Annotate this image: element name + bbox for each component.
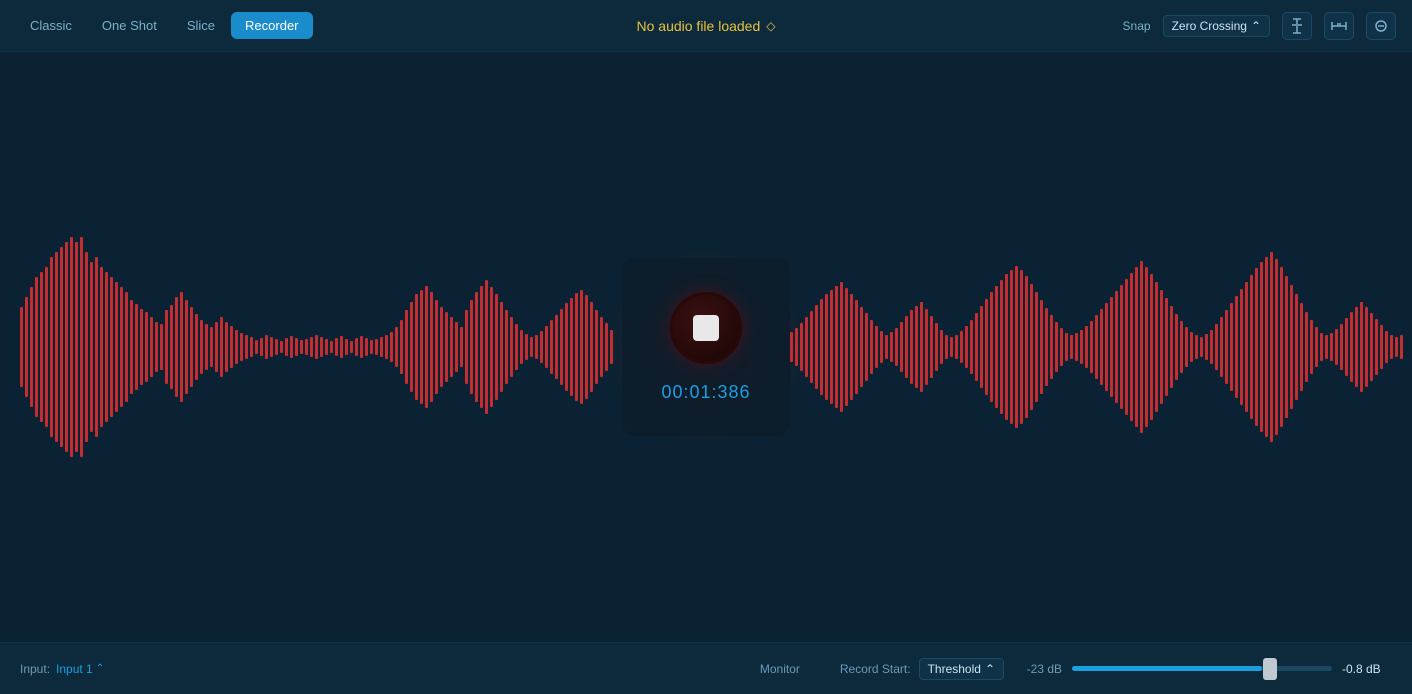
threshold-slider-fill [1072,666,1262,671]
db-right-label: -0.8 dB [1342,662,1392,676]
record-control-overlay: 00:01:386 [622,258,790,436]
record-start-group: Record Start: Threshold ⌃ [840,658,1004,680]
input-group: Input: Input 1 ⌃ [20,662,104,676]
threshold-selector[interactable]: Threshold ⌃ [919,658,1004,680]
tab-classic[interactable]: Classic [16,12,86,39]
threshold-slider-track [1072,666,1332,671]
threshold-slider-thumb[interactable] [1263,658,1277,680]
db-left-label: -23 dB [1022,662,1062,676]
threshold-chevron-icon: ⌃ [985,662,995,676]
title-chevron-icon: ◇ [766,19,775,33]
recording-timer: 00:01:386 [661,382,750,403]
record-start-label: Record Start: [840,662,911,676]
fit-height-button[interactable] [1282,12,1312,40]
zoom-out-button[interactable] [1366,12,1396,40]
audio-file-label: No audio file loaded [637,18,761,34]
right-controls: Snap Zero Crossing ⌃ [1123,12,1396,40]
monitor-label: Monitor [760,662,800,676]
stop-recording-button[interactable] [670,292,742,364]
tab-slice[interactable]: Slice [173,12,229,39]
stop-icon [693,315,719,341]
audio-file-title[interactable]: No audio file loaded ◇ [637,18,776,34]
tab-oneshot[interactable]: One Shot [88,12,171,39]
input-selector[interactable]: Input 1 ⌃ [56,662,104,676]
top-bar: Classic One Shot Slice Recorder No audio… [0,0,1412,52]
snap-label: Snap [1123,19,1151,33]
input-label: Input: [20,662,50,676]
waveform-area: 00:01:386 [0,52,1412,642]
bottom-bar: Input: Input 1 ⌃ Monitor Record Start: T… [0,642,1412,694]
tab-group: Classic One Shot Slice Recorder [16,12,313,39]
input-chevron-icon: ⌃ [96,663,104,674]
snap-chevron-icon: ⌃ [1251,19,1261,33]
fit-width-button[interactable] [1324,12,1354,40]
snap-selector[interactable]: Zero Crossing ⌃ [1163,15,1270,37]
tab-recorder[interactable]: Recorder [231,12,312,39]
